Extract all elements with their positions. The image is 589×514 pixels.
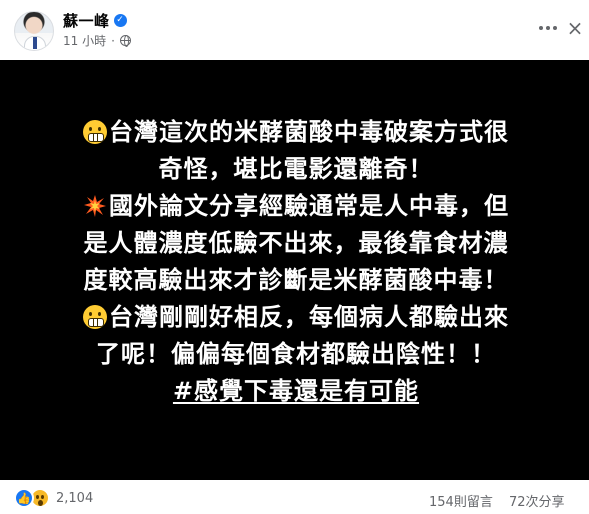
card-line-text: 了呢！偏偏每個食材都驗出陰性！！: [96, 340, 496, 368]
grimace-emoji-icon: [83, 305, 107, 329]
post-footer: 👍 2,104 154則留言 72次分享: [0, 480, 589, 514]
author-name[interactable]: 蘇一峰: [63, 10, 110, 31]
card-line: 是人體濃度低驗不出來，最後靠食材濃: [34, 225, 558, 262]
text-card: 台灣這次的米酵菌酸中毒破案方式很 奇怪，堪比電影還離奇！ 國外論文分享經驗通常是…: [0, 60, 589, 480]
reactions-summary[interactable]: 👍 2,104: [14, 488, 93, 508]
card-line-text: 國外論文分享經驗通常是人中毒，但: [109, 192, 509, 220]
card-line: 台灣剛剛好相反，每個病人都驗出來: [34, 299, 558, 336]
facebook-post: 蘇一峰 ✓ 11 小時 · × 台灣這次的米酵菌酸中毒破案方式很 奇怪，堪比電影…: [0, 0, 589, 514]
post-meta: 11 小時 ·: [63, 32, 131, 49]
card-line: 了呢！偏偏每個食材都驗出陰性！！: [34, 336, 558, 373]
author-avatar[interactable]: [14, 11, 54, 51]
hashtag-link[interactable]: #感覺下毒還是有可能: [173, 377, 419, 405]
more-options-button[interactable]: [534, 14, 562, 42]
card-line-text: 台灣剛剛好相反，每個病人都驗出來: [109, 303, 509, 331]
card-line-text: 台灣這次的米酵菌酸中毒破案方式很: [109, 118, 509, 146]
author-name-row: 蘇一峰 ✓: [63, 10, 127, 31]
collision-emoji-icon: [84, 195, 106, 217]
card-line: 奇怪，堪比電影還離奇！: [34, 151, 558, 188]
post-header: 蘇一峰 ✓ 11 小時 · ×: [0, 0, 589, 62]
meta-separator: ·: [111, 33, 115, 48]
card-line: 度較高驗出來才診斷是米酵菌酸中毒！: [34, 262, 558, 299]
post-timestamp[interactable]: 11 小時: [63, 32, 106, 49]
card-line: 台灣這次的米酵菌酸中毒破案方式很: [34, 114, 558, 151]
avatar-tie: [33, 37, 37, 49]
like-icon: 👍: [14, 488, 34, 508]
comments-count[interactable]: 154則留言: [429, 491, 493, 510]
wow-eyes: [36, 495, 39, 499]
card-line: 國外論文分享經驗通常是人中毒，但: [34, 188, 558, 225]
verified-badge-icon: ✓: [113, 14, 127, 27]
card-line-text: 奇怪，堪比電影還離奇！: [158, 155, 434, 183]
card-text: 台灣這次的米酵菌酸中毒破案方式很 奇怪，堪比電影還離奇！ 國外論文分享經驗通常是…: [34, 114, 558, 410]
card-line-text: 是人體濃度低驗不出來，最後靠食材濃: [83, 229, 509, 257]
more-dot-icon: [553, 26, 557, 30]
grimace-emoji-icon: [83, 120, 107, 144]
more-dot-icon: [546, 26, 550, 30]
wow-mouth: [38, 500, 43, 506]
shares-count[interactable]: 72次分享: [509, 491, 565, 510]
card-line-text: 度較高驗出來才診斷是米酵菌酸中毒！: [83, 266, 509, 294]
close-button[interactable]: ×: [563, 14, 587, 42]
card-line: #感覺下毒還是有可能: [34, 373, 558, 410]
reaction-count[interactable]: 2,104: [56, 491, 93, 506]
globe-icon[interactable]: [119, 35, 131, 47]
more-dot-icon: [539, 26, 543, 30]
